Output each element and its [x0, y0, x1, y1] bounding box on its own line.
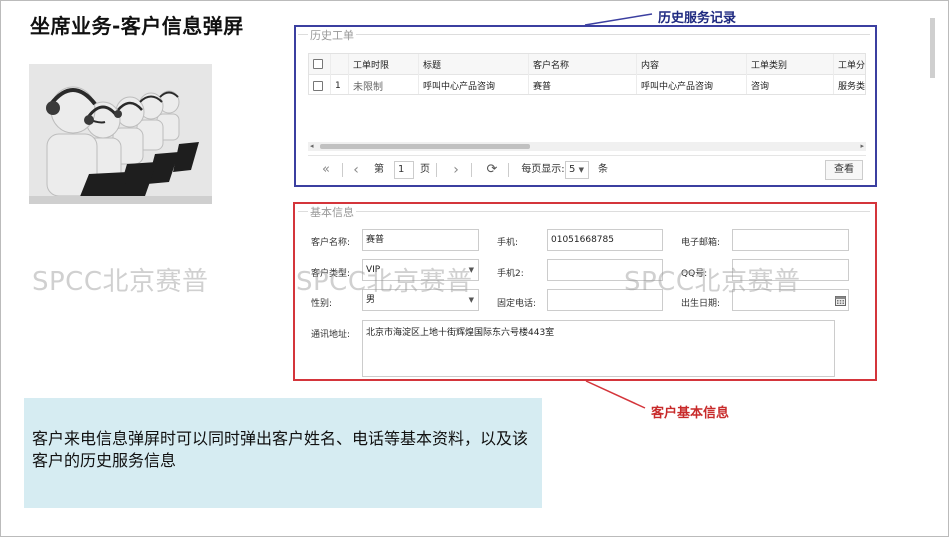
mobile-label: 手机: [497, 238, 519, 248]
customer-type-select[interactable]: VIP ▼ [362, 259, 479, 281]
basic-callout-line [585, 380, 646, 409]
per-page-unit: 条 [598, 164, 608, 175]
calendar-icon[interactable] [835, 295, 846, 306]
history-table: 工单时限 标题 客户名称 内容 工单类别 工单分 1 未限制 呼叫中心产品咨询 … [308, 53, 866, 95]
horizontal-scrollbar[interactable]: ◂ ▸ [308, 142, 866, 151]
mobile2-field[interactable] [547, 259, 663, 281]
cell-sub-category: 服务类 [834, 75, 865, 94]
per-page-select[interactable]: 5 ▼ [565, 161, 589, 179]
chevron-down-icon: ▼ [578, 166, 584, 174]
basic-legend-rule [298, 211, 870, 212]
history-legend-rule [298, 34, 870, 35]
column-header[interactable]: 客户名称 [529, 54, 637, 75]
column-header[interactable]: 内容 [637, 54, 747, 75]
scroll-left-icon[interactable]: ◂ [310, 142, 314, 151]
description-box: 客户来电信息弹屏时可以同时弹出客户姓名、电话等基本资料，以及该客户的历史服务信息 [24, 398, 542, 508]
cell-customer: 赛普 [529, 75, 637, 94]
pager-divider [342, 163, 343, 177]
page-prefix: 第 [374, 164, 384, 175]
address-label: 通讯地址: [311, 330, 351, 340]
column-header[interactable]: 工单时限 [349, 54, 419, 75]
column-header[interactable]: 工单类别 [747, 54, 834, 75]
row-index: 1 [331, 75, 349, 94]
qq-label: QQ号: [681, 269, 708, 279]
gender-label: 性别: [311, 299, 333, 309]
email-field[interactable] [732, 229, 849, 251]
customer-type-value: VIP [366, 265, 381, 275]
email-label: 电子邮箱: [681, 238, 721, 248]
page-number-input[interactable]: 1 [394, 161, 414, 179]
scroll-right-icon[interactable]: ▸ [860, 142, 864, 151]
select-all-checkbox-cell[interactable] [309, 54, 331, 75]
landline-field[interactable] [547, 289, 663, 311]
column-header[interactable]: 标题 [419, 54, 529, 75]
customer-name-field[interactable]: 赛普 [362, 229, 479, 251]
cell-title: 呼叫中心产品咨询 [419, 75, 529, 94]
customer-type-label: 客户类型: [311, 269, 351, 279]
history-callout-label: 历史服务记录 [658, 11, 737, 26]
table-row[interactable]: 1 未限制 呼叫中心产品咨询 赛普 呼叫中心产品咨询 咨询 服务类 [309, 75, 865, 94]
pager-divider [436, 163, 437, 177]
gender-select[interactable]: 男 ▼ [362, 289, 479, 311]
cell-category: 咨询 [747, 75, 834, 94]
birth-date-field[interactable] [732, 289, 849, 311]
row-checkbox-cell[interactable] [309, 75, 331, 94]
basic-callout-label: 客户基本信息 [651, 406, 730, 421]
description-text: 客户来电信息弹屏时可以同时弹出客户姓名、电话等基本资料，以及该客户的历史服务信息 [32, 429, 529, 470]
pager-divider [471, 163, 472, 177]
cell-time-limit: 未限制 [349, 75, 419, 94]
pagination-bar: « ‹ 第 1 页 › ⟳ 每页显示: 5 ▼ 条 查看 [308, 155, 866, 183]
qq-field[interactable] [732, 259, 849, 281]
address-textarea[interactable]: 北京市海淀区上地十街辉煌国际东六号楼443室 [362, 320, 835, 377]
landline-label: 固定电话: [497, 299, 537, 309]
column-header[interactable]: 工单分 [834, 54, 865, 75]
prev-page-button[interactable]: ‹ [346, 160, 366, 180]
customer-name-label: 客户名称: [311, 238, 351, 248]
history-callout-line [584, 13, 653, 26]
chevron-down-icon: ▼ [468, 266, 474, 274]
table-header: 工单时限 标题 客户名称 内容 工单类别 工单分 [309, 54, 865, 75]
first-page-button[interactable]: « [314, 160, 338, 180]
history-legend: 历史工单 [308, 27, 356, 43]
page-suffix: 页 [420, 164, 430, 175]
index-header [331, 54, 349, 75]
gender-value: 男 [366, 295, 376, 305]
birth-date-label: 出生日期: [681, 299, 721, 309]
row-checkbox[interactable] [313, 80, 323, 91]
chevron-down-icon: ▼ [468, 296, 474, 304]
mobile2-label: 手机2: [497, 269, 524, 279]
per-page-label: 每页显示: [521, 164, 565, 175]
per-page-value: 5 [569, 164, 576, 175]
basic-legend: 基本信息 [308, 204, 356, 220]
pager-divider [508, 163, 509, 177]
view-button[interactable]: 查看 [825, 160, 863, 180]
scrollbar-thumb[interactable] [320, 144, 530, 149]
mobile-field[interactable]: 01051668785 [547, 229, 663, 251]
cell-content: 呼叫中心产品咨询 [637, 75, 747, 94]
next-page-button[interactable]: › [446, 160, 466, 180]
refresh-icon[interactable]: ⟳ [482, 160, 502, 180]
select-all-checkbox[interactable] [313, 59, 323, 69]
